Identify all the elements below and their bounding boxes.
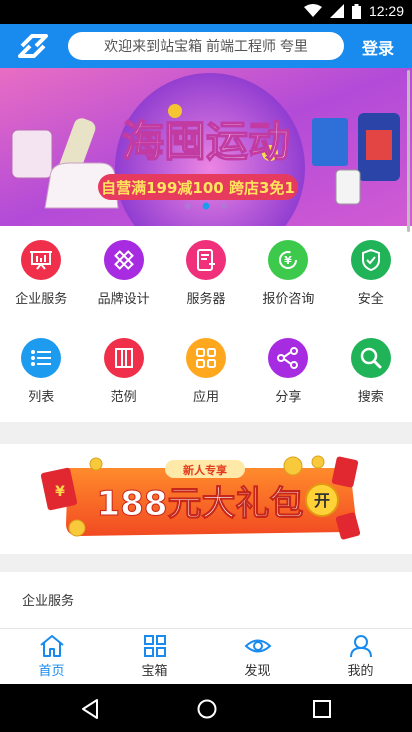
presentation-icon bbox=[21, 240, 62, 280]
recents-icon[interactable] bbox=[312, 699, 332, 719]
bottom-tab-bar: 首页 宝箱 发现 我的 bbox=[0, 628, 412, 684]
tab-label: 宝箱 bbox=[141, 663, 168, 678]
open-label: 开 bbox=[314, 491, 330, 510]
home-icon bbox=[39, 635, 64, 657]
wifi-icon bbox=[303, 4, 322, 17]
service-grid-row-2: 列表 范例 应用 分享 搜索 bbox=[0, 338, 412, 405]
gift-pack-promo[interactable]: ¥ 新人专享 188元大礼包 开 bbox=[0, 444, 412, 554]
grid-item-enterprise[interactable]: 企业服务 bbox=[0, 240, 82, 307]
grid-label: 列表 bbox=[28, 389, 55, 404]
tab-treasure-box[interactable]: 宝箱 bbox=[103, 629, 206, 684]
divider bbox=[0, 422, 412, 444]
grid-label: 品牌设计 bbox=[97, 291, 150, 306]
shield-check-icon bbox=[350, 240, 391, 280]
promo-text: 188元大礼包 bbox=[97, 484, 304, 524]
yen-refresh-icon: ¥ bbox=[268, 240, 309, 280]
tab-label: 我的 bbox=[347, 663, 374, 678]
divider bbox=[0, 554, 412, 572]
battery-icon bbox=[351, 3, 361, 19]
grid-item-list[interactable]: 列表 bbox=[0, 338, 82, 405]
system-nav-bar bbox=[0, 684, 412, 732]
grid-item-quote[interactable]: ¥ 报价咨询 bbox=[247, 240, 329, 307]
grid-item-server[interactable]: 服务器 bbox=[165, 240, 247, 307]
pencil-ruler-icon bbox=[103, 240, 144, 280]
svg-text:¥: ¥ bbox=[285, 254, 293, 267]
search-placeholder: 欢迎来到站宝箱 前端工程师 夸里 bbox=[104, 38, 308, 54]
grid-icon bbox=[143, 635, 166, 657]
clock: 12:29 bbox=[368, 3, 404, 19]
carousel-dot[interactable] bbox=[185, 203, 191, 209]
share-icon bbox=[268, 338, 309, 378]
status-bar: 12:29 bbox=[0, 0, 412, 24]
section-title: 企业服务 bbox=[22, 593, 75, 608]
product-can bbox=[11, 129, 53, 179]
tab-label: 首页 bbox=[38, 663, 65, 678]
tab-mine[interactable]: 我的 bbox=[309, 629, 412, 684]
grid-label: 应用 bbox=[192, 389, 219, 404]
promo-tag: 新人专享 bbox=[183, 463, 227, 477]
grid-item-brand-design[interactable]: 品牌设计 bbox=[82, 240, 164, 307]
apps-icon bbox=[185, 338, 226, 378]
promo-banner[interactable]: 海囤运动 自营满199减100 跨店3免1 bbox=[0, 68, 412, 226]
app-header: 欢迎来到站宝箱 前端工程师 夸里 登录 bbox=[0, 24, 412, 68]
grid-item-examples[interactable]: 范例 bbox=[82, 338, 164, 405]
back-icon[interactable] bbox=[80, 698, 100, 720]
signal-icon bbox=[329, 4, 344, 18]
banner-title: 海囤运动 bbox=[122, 117, 290, 166]
logo-icon[interactable] bbox=[16, 30, 50, 62]
book-icon bbox=[103, 338, 144, 378]
list-icon bbox=[21, 338, 62, 378]
grid-label: 搜索 bbox=[357, 389, 384, 404]
red-envelope-right bbox=[331, 456, 359, 488]
gold-coin bbox=[89, 457, 103, 471]
search-input[interactable]: 欢迎来到站宝箱 前端工程师 夸里 bbox=[68, 32, 344, 60]
grid-item-share[interactable]: 分享 bbox=[247, 338, 329, 405]
grid-label: 安全 bbox=[357, 291, 384, 306]
scrollbar[interactable] bbox=[407, 70, 410, 232]
search-icon bbox=[350, 338, 391, 378]
login-button[interactable]: 登录 bbox=[362, 35, 394, 59]
carousel-dot-active[interactable] bbox=[202, 202, 210, 210]
grid-item-search[interactable]: 搜索 bbox=[330, 338, 412, 405]
product-box bbox=[312, 118, 348, 166]
grid-item-apps[interactable]: 应用 bbox=[165, 338, 247, 405]
carousel-dot[interactable] bbox=[221, 203, 227, 209]
tab-home[interactable]: 首页 bbox=[0, 629, 103, 684]
product-jar bbox=[335, 169, 361, 205]
home-circle-icon[interactable] bbox=[196, 698, 218, 720]
tab-label: 发现 bbox=[244, 663, 271, 678]
eye-icon bbox=[244, 639, 271, 653]
tab-discover[interactable]: 发现 bbox=[206, 629, 309, 684]
person-icon bbox=[349, 635, 372, 658]
grid-item-security[interactable]: 安全 bbox=[330, 240, 412, 307]
server-icon bbox=[185, 240, 226, 280]
grid-label: 报价咨询 bbox=[262, 291, 315, 306]
grid-label: 服务器 bbox=[186, 291, 226, 306]
grid-label: 企业服务 bbox=[15, 291, 68, 306]
service-grid-row-1: 企业服务 品牌设计 服务器 ¥ 报价咨询 安全 bbox=[0, 240, 412, 307]
banner-subtitle: 自营满199减100 跨店3免1 bbox=[101, 179, 295, 197]
svg-text:¥: ¥ bbox=[55, 484, 65, 500]
grid-label: 范例 bbox=[110, 389, 137, 404]
grid-label: 分享 bbox=[275, 389, 302, 404]
